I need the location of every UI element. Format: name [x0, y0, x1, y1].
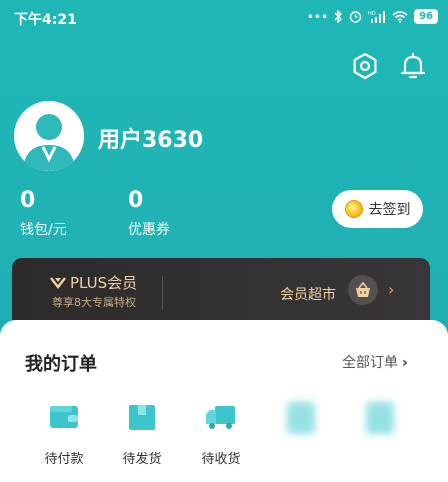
coin-icon: [344, 200, 363, 218]
blurred-icon: [366, 402, 394, 434]
bell-icon[interactable]: [399, 52, 427, 80]
all-orders-link[interactable]: 全部订单 ›: [342, 352, 408, 372]
all-orders-label: 全部订单: [342, 355, 398, 371]
status-bar: 下午4:21 ••• HD 96: [0, 0, 448, 34]
plus-divider: [162, 276, 163, 310]
member-market-label[interactable]: 会员超市: [280, 284, 336, 304]
wallet-icon: [50, 406, 78, 428]
plus-title: PLUS会员: [50, 272, 137, 293]
blurred-icon: [287, 402, 315, 434]
wallet-stat[interactable]: 0 钱包/元: [20, 188, 67, 239]
default-avatar-icon: [14, 101, 84, 171]
truck-icon: [206, 406, 235, 429]
plus-subtitle: 尊享8大专属特权: [52, 296, 136, 309]
battery-icon: 96: [414, 9, 438, 24]
avatar[interactable]: [14, 101, 84, 171]
order-item-blurred[interactable]: [271, 402, 331, 434]
checkin-label: 去签到: [368, 202, 411, 218]
order-pending-payment[interactable]: 待付款: [34, 402, 94, 467]
checkin-button[interactable]: 去签到: [332, 190, 423, 228]
hd-signal-icon: HD: [368, 11, 386, 23]
bluetooth-icon: [334, 10, 343, 23]
status-icons: ••• HD 96: [307, 9, 438, 24]
username[interactable]: 用户3630: [98, 122, 203, 154]
plus-title-text: PLUS会员: [70, 274, 138, 292]
chevron-right-icon: ›: [402, 355, 408, 371]
plus-logo-icon: [50, 276, 66, 289]
status-time: 下午4:21: [14, 12, 77, 28]
orders-title: 我的订单: [25, 354, 97, 375]
svg-text:HD: HD: [368, 11, 376, 17]
plus-arrow-icon[interactable]: ›: [388, 280, 394, 299]
wallet-label: 钱包/元: [20, 222, 67, 238]
coupon-value: 0: [128, 188, 144, 213]
coupon-label: 优惠券: [128, 222, 170, 238]
order-pending-shipment[interactable]: 待发货: [112, 402, 172, 467]
coupon-stat[interactable]: 0 优惠券: [128, 188, 170, 239]
order-label: 待付款: [44, 452, 84, 467]
order-label: 待收货: [201, 452, 241, 467]
settings-icon[interactable]: [351, 52, 379, 80]
order-label: 待发货: [122, 452, 162, 467]
wifi-icon: [392, 11, 408, 23]
order-item-blurred[interactable]: [350, 402, 410, 434]
basket-icon[interactable]: [348, 275, 378, 305]
order-pending-receipt[interactable]: 待收货: [191, 402, 251, 467]
wallet-value: 0: [20, 188, 36, 213]
alarm-icon: [349, 11, 362, 23]
orders-panel: 我的订单 全部订单 › 待付款 待发货 待收货: [0, 320, 448, 482]
package-icon: [129, 405, 155, 430]
more-dots-icon: •••: [306, 9, 329, 24]
